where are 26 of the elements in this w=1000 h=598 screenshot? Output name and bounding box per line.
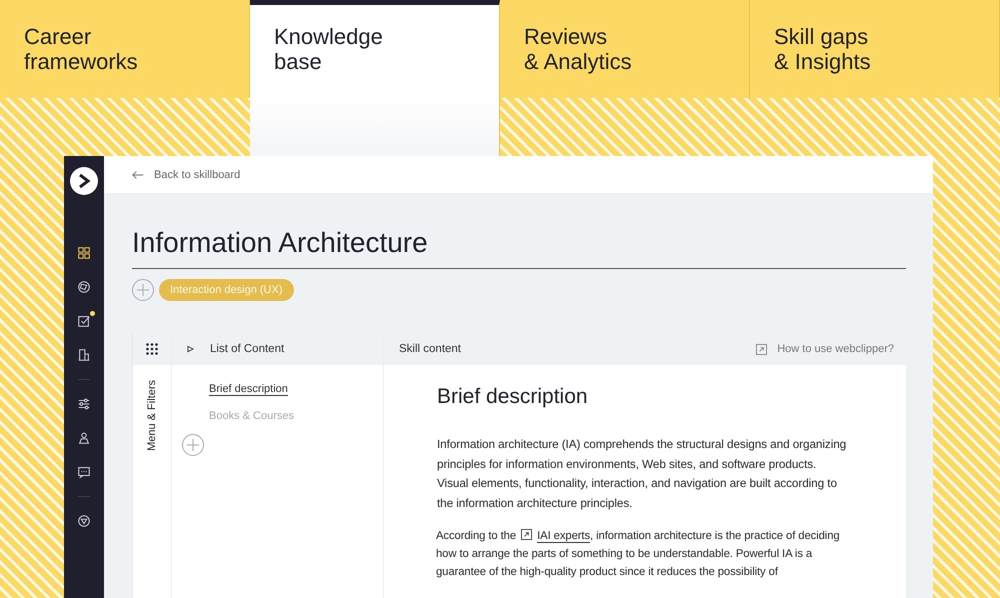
building-icon	[77, 348, 91, 362]
back-link[interactable]: Back to skillboard	[132, 168, 240, 180]
side-label[interactable]: Menu & Filters	[146, 380, 158, 451]
logo-icon[interactable]	[70, 167, 98, 195]
circle-icon	[77, 514, 91, 528]
play-icon[interactable]	[187, 345, 194, 353]
grid-dots-icon[interactable]	[146, 343, 158, 355]
column-header: List of Content	[210, 343, 284, 355]
external-link-icon	[756, 344, 768, 354]
page-title: Information Architecture	[132, 227, 906, 269]
notification-dot	[90, 311, 95, 316]
back-arrow-icon	[132, 170, 144, 180]
external-link-icon	[521, 529, 532, 540]
help-link[interactable]: How to use webclipper?	[756, 343, 894, 355]
chat-icon	[77, 465, 91, 479]
section-heading: Brief description	[437, 385, 589, 409]
paragraph: According to the IAI experts, information architecture is the practice of deciding how to arrange the parts of something to be understandable. Powerful IA is a guarantee of the high-quality product since it reduces the possibility of	[436, 528, 841, 580]
content-item[interactable]: Brief description	[209, 383, 288, 396]
link[interactable]: IAI experts	[537, 530, 590, 543]
person-icon	[77, 431, 91, 445]
checkbox-icon	[77, 314, 91, 328]
sliders-icon	[77, 397, 91, 411]
grid-icon	[77, 246, 91, 260]
tab[interactable]: Knowledge base	[250, 0, 500, 156]
paragraph: Information architecture (IA) comprehends the structural designs and organizing principles for information environments, Web sites, and software products. Visual elements, functionality, interaction, and navigation are built according to the information architecture principles.	[437, 436, 847, 512]
column-header: Skill content	[399, 343, 462, 355]
